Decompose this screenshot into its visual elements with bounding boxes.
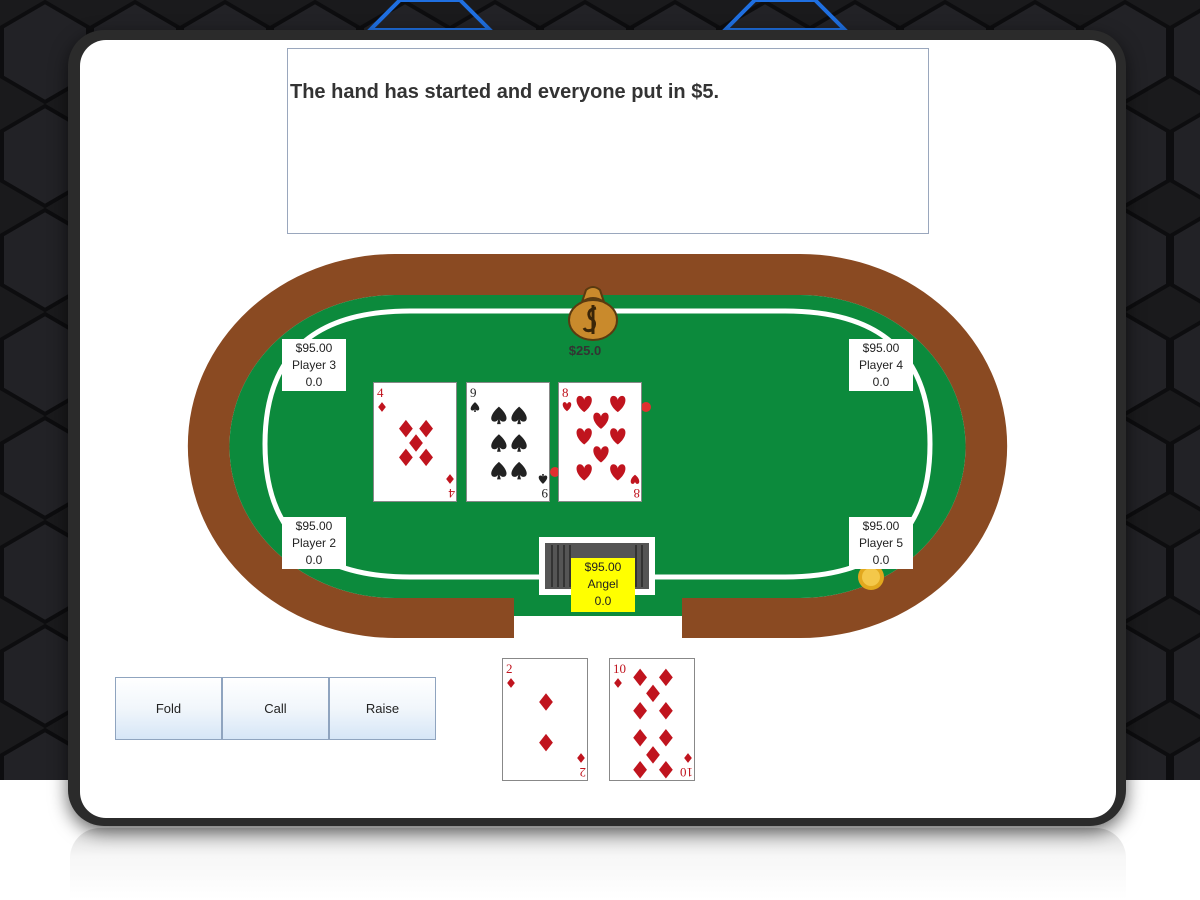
diamond-icon: [577, 753, 585, 763]
card-pip: [419, 419, 433, 438]
spade-icon: [470, 402, 480, 412]
card-face: 88: [562, 385, 641, 501]
card-face: 44: [377, 385, 455, 501]
card-pip: [539, 693, 553, 711]
card-pip: [491, 461, 507, 480]
card-pip: [646, 684, 660, 703]
raise-button[interactable]: Raise: [329, 677, 436, 740]
card-pip: [491, 406, 507, 425]
player-bet: 0.0: [305, 553, 323, 567]
player-seat-4: $95.00 Player 4 0.0: [849, 339, 913, 391]
card-rank: 4: [377, 385, 384, 400]
card-pip: [419, 448, 433, 467]
player-name: Player 4: [858, 358, 904, 372]
player-seat-3: $95.00 Player 3 0.0: [282, 339, 346, 391]
card-rank: 9: [470, 385, 477, 400]
hole-card-1: 22: [502, 658, 588, 781]
card-pip: [659, 701, 673, 720]
card-pip: [511, 434, 527, 452]
card-pip: [539, 733, 553, 752]
card-pip: [633, 701, 647, 720]
card-pip: [659, 760, 673, 779]
card-pip: [593, 412, 609, 429]
hero-seat: $95.00 Angel 0.0: [571, 558, 635, 612]
player-bet: 0.0: [872, 375, 890, 389]
player-stack: $95.00: [295, 519, 333, 533]
heart-icon: [562, 402, 572, 412]
player-bet: 0.0: [872, 553, 890, 567]
card-pip: [491, 434, 507, 452]
heart-icon: [630, 474, 640, 484]
card-pip: [576, 428, 592, 445]
card-rank: 10: [680, 765, 693, 780]
diamond-icon: [684, 753, 692, 763]
player-seat-5: $95.00 Player 5 0.0: [849, 517, 913, 569]
diamond-icon: [446, 474, 454, 484]
card-rank: 4: [448, 486, 455, 501]
player-stack: $95.00: [295, 341, 333, 355]
card-pip: [511, 406, 527, 425]
player-name: Player 2: [291, 536, 337, 550]
card-pip: [399, 448, 413, 467]
card-pip: [659, 668, 673, 687]
card-pip: [659, 728, 673, 747]
community-card-3: 88: [558, 382, 642, 502]
player-stack: $95.00: [862, 341, 900, 355]
player-name: Player 3: [291, 358, 337, 372]
player-bet: 0.0: [594, 594, 612, 608]
fold-button[interactable]: Fold: [115, 677, 222, 740]
card-pip: [610, 464, 626, 481]
diamond-icon: [507, 678, 515, 688]
card-pip: [511, 461, 527, 480]
player-name: Player 5: [858, 536, 904, 550]
card-pip: [633, 668, 647, 687]
card-pip: [399, 419, 413, 438]
card-pip: [409, 434, 423, 452]
pot-amount: $25.0: [568, 343, 602, 358]
card-rank: 9: [542, 486, 549, 501]
card-pip: [646, 746, 660, 764]
card-rank: 10: [613, 661, 626, 676]
card-face: 99: [470, 385, 549, 501]
card-pip: [593, 446, 609, 463]
player-stack: $95.00: [862, 519, 900, 533]
spade-icon: [538, 474, 548, 484]
card-face: 22: [506, 661, 587, 780]
player-name: Angel: [587, 577, 619, 591]
card-rank: 2: [580, 765, 587, 780]
card-rank: 2: [506, 661, 513, 676]
card-pip: [576, 464, 592, 481]
card-rank: 8: [634, 486, 641, 501]
card-pip: [576, 395, 592, 413]
card-pip: [633, 728, 647, 747]
player-seat-2: $95.00 Player 2 0.0: [282, 517, 346, 569]
card-pip: [610, 428, 626, 445]
card-pip: [610, 395, 626, 413]
diamond-icon: [614, 678, 622, 688]
card-pip: [633, 760, 647, 779]
diamond-icon: [378, 402, 386, 412]
hole-card-2: 10 10: [609, 658, 695, 781]
community-card-1: 44: [373, 382, 457, 502]
player-stack: $95.00: [584, 560, 622, 574]
call-button[interactable]: Call: [222, 677, 329, 740]
card-rank: 8: [562, 385, 569, 400]
card-face: 10 10: [613, 661, 693, 780]
player-bet: 0.0: [305, 375, 323, 389]
community-card-2: 99: [466, 382, 550, 502]
